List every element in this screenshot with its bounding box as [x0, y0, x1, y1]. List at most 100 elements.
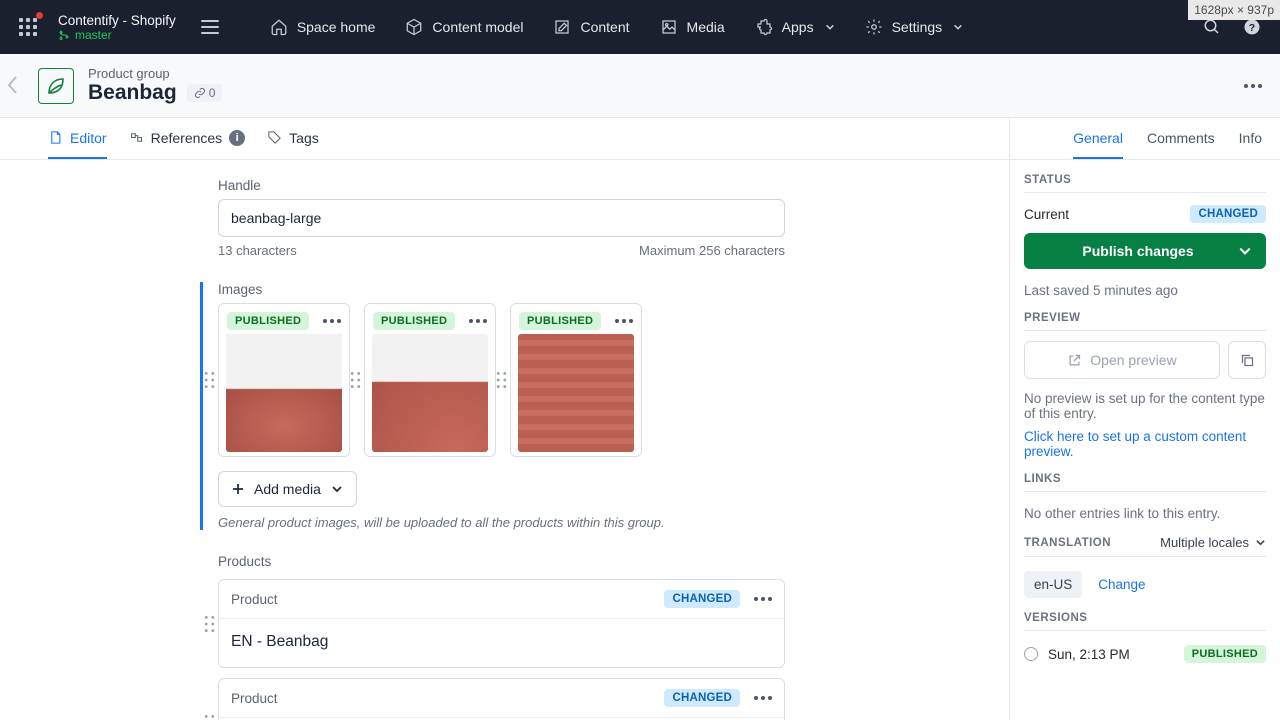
no-links-text: No other entries link to this entry. [1024, 506, 1266, 521]
chevron-down-icon [1238, 244, 1252, 258]
space-selector[interactable]: Contentify - Shopify master [58, 13, 176, 42]
nav-settings[interactable]: Settings [851, 10, 978, 44]
drag-handle[interactable] [204, 714, 215, 720]
image-icon [660, 18, 678, 36]
drag-icon [204, 615, 215, 633]
product-reference-card[interactable]: Product CHANGED FR - Beanbag [218, 678, 785, 720]
setup-preview-link[interactable]: Click here to set up a custom content pr… [1024, 429, 1266, 459]
field-label: Handle [218, 178, 785, 193]
reference-title: EN - Beanbag [219, 619, 784, 667]
tab-editor[interactable]: Editor [48, 118, 107, 159]
card-menu[interactable] [469, 319, 487, 323]
status-badge: PUBLISHED [519, 312, 601, 330]
status-badge: PUBLISHED [1184, 645, 1266, 663]
branch-icon [58, 29, 70, 41]
apps-grid-icon [19, 18, 37, 36]
chevron-left-icon [6, 74, 20, 96]
svg-text:?: ? [1249, 22, 1255, 34]
external-link-icon [1067, 353, 1082, 368]
section-links: LINKS [1024, 473, 1266, 492]
image-thumbnail [372, 334, 488, 452]
image-card[interactable]: PUBLISHED [218, 303, 350, 457]
field-handle: Handle 13 characters Maximum 256 charact… [200, 178, 785, 258]
card-menu[interactable] [323, 319, 341, 323]
cube-icon [405, 18, 423, 36]
change-locale-link[interactable]: Change [1098, 577, 1145, 592]
tab-references[interactable]: References i [129, 118, 246, 159]
entry-title: Beanbag [88, 81, 177, 105]
section-translation: TRANSLATION Multiple locales [1024, 535, 1266, 557]
hamburger-icon [201, 20, 219, 34]
sidebar-tab-info[interactable]: Info [1239, 118, 1262, 159]
environment-label: master [58, 28, 176, 42]
drag-handle[interactable] [204, 615, 215, 633]
tag-icon [267, 130, 282, 145]
version-timestamp: Sun, 2:13 PM [1048, 647, 1130, 662]
field-products: Products Product CHANGED EN - Beanbag [200, 554, 785, 720]
field-images: Images PUBLISHED PUBLISHED [200, 282, 785, 530]
primary-nav: Space home Content model Content Media A… [256, 10, 977, 44]
entry-header: Product group Beanbag 0 [0, 54, 1280, 118]
handle-input[interactable] [218, 199, 785, 237]
image-card[interactable]: PUBLISHED [364, 303, 496, 457]
editor-scroll-area[interactable]: Handle 13 characters Maximum 256 charact… [0, 160, 1009, 720]
home-icon [270, 18, 288, 36]
sidebar-tab-general[interactable]: General [1073, 118, 1123, 159]
nav-content[interactable]: Content [539, 10, 643, 44]
sidebar: General Comments Info STATUS Current CHA… [1010, 118, 1280, 720]
content-type-label: Product group [88, 66, 222, 81]
status-badge: PUBLISHED [227, 312, 309, 330]
app-switcher-button[interactable] [10, 9, 46, 45]
back-button[interactable] [6, 74, 20, 96]
version-row[interactable]: Sun, 2:13 PM PUBLISHED [1024, 645, 1266, 663]
viewport-dimensions-overlay: 1628px × 937p [1188, 0, 1280, 20]
chevron-down-icon [953, 22, 963, 32]
space-name: Contentify - Shopify [58, 13, 176, 28]
notification-dot [36, 12, 43, 19]
drag-icon [204, 714, 215, 720]
char-max: Maximum 256 characters [639, 243, 785, 258]
drag-handle[interactable] [350, 371, 361, 389]
add-media-button[interactable]: Add media [218, 471, 357, 507]
references-icon [129, 130, 144, 145]
entry-actions-menu[interactable] [1244, 84, 1262, 88]
status-badge: CHANGED [1190, 205, 1266, 223]
card-menu[interactable] [754, 696, 772, 700]
image-thumbnail [518, 334, 634, 452]
drag-icon [496, 371, 507, 389]
drag-handle[interactable] [496, 371, 507, 389]
image-card[interactable]: PUBLISHED [510, 303, 642, 457]
image-thumbnail [226, 334, 342, 452]
card-menu[interactable] [754, 597, 772, 601]
drag-handle[interactable] [204, 371, 215, 389]
char-count: 13 characters [218, 243, 297, 258]
card-menu[interactable] [615, 319, 633, 323]
field-label: Products [218, 554, 785, 569]
product-reference-card[interactable]: Product CHANGED EN - Beanbag [218, 579, 785, 668]
locale-selector[interactable]: Multiple locales [1160, 535, 1266, 550]
edit-icon [553, 18, 571, 36]
copy-preview-button[interactable] [1228, 341, 1266, 379]
plus-icon [232, 483, 244, 495]
menu-toggle[interactable] [196, 13, 224, 41]
nav-space-home[interactable]: Space home [256, 10, 390, 44]
nav-content-model[interactable]: Content model [391, 10, 537, 44]
sidebar-tabs: General Comments Info [1010, 118, 1280, 160]
nav-apps[interactable]: Apps [741, 10, 849, 44]
open-preview-button[interactable]: Open preview [1024, 341, 1220, 379]
copy-icon [1240, 353, 1255, 368]
reference-type: Product [231, 691, 278, 706]
incoming-links-pill[interactable]: 0 [187, 84, 223, 102]
sidebar-tab-comments[interactable]: Comments [1147, 118, 1215, 159]
section-preview: PREVIEW [1024, 312, 1266, 331]
last-saved: Last saved 5 minutes ago [1024, 283, 1266, 298]
gear-icon [865, 18, 883, 36]
publish-button[interactable]: Publish changes [1024, 233, 1266, 269]
status-badge: PUBLISHED [373, 312, 455, 330]
entry-editor-tabs: Editor References i Tags [0, 118, 1009, 160]
top-navigation: Contentify - Shopify master Space home C… [0, 0, 1280, 54]
nav-media[interactable]: Media [646, 10, 739, 44]
tab-tags[interactable]: Tags [267, 118, 319, 159]
locale-chip: en-US [1024, 571, 1082, 598]
status-badge: CHANGED [664, 590, 740, 608]
